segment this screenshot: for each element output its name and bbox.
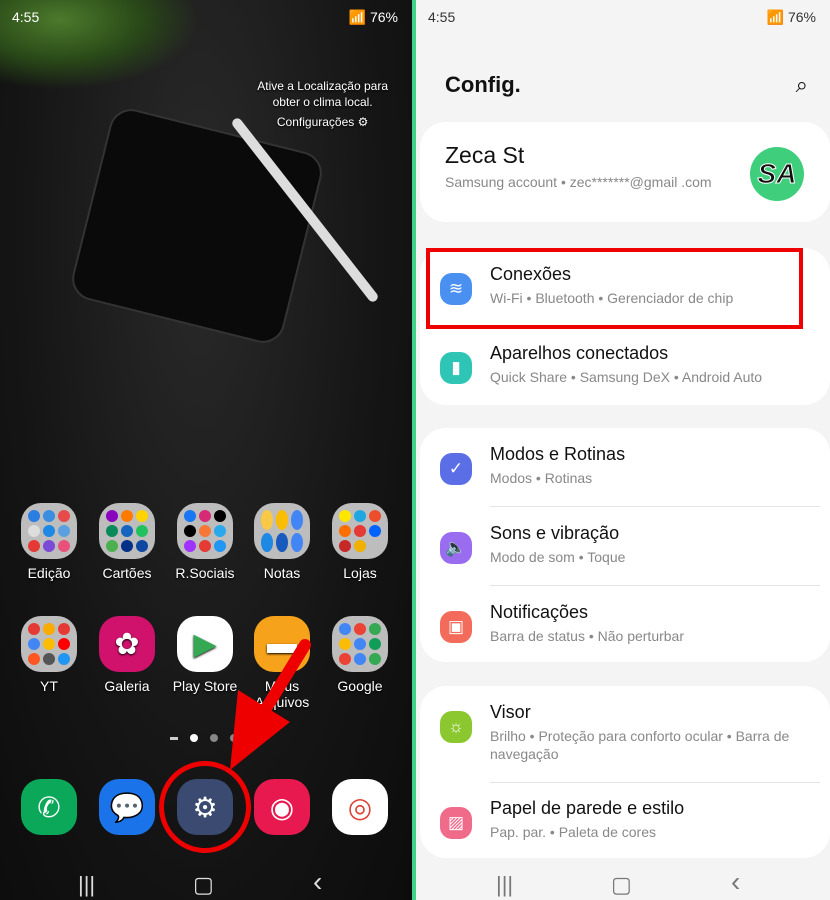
- item-title: Aparelhos conectados: [490, 343, 669, 363]
- home-button[interactable]: ▢: [611, 872, 632, 898]
- recents-button[interactable]: |||: [496, 872, 513, 898]
- item-title: Sons e vibração: [490, 523, 620, 543]
- item-title: Papel de parede e estilo: [490, 798, 685, 818]
- item-title: Modos e Rotinas: [490, 444, 626, 464]
- arrow-shaft: [256, 639, 311, 721]
- status-icons: 📶 76%: [766, 9, 816, 25]
- back-button[interactable]: ‹: [313, 866, 322, 898]
- status-time: 4:55: [428, 9, 456, 25]
- home-button[interactable]: ▢: [193, 872, 214, 898]
- arrow-head: [230, 690, 290, 770]
- display-icon: ☼: [440, 711, 472, 743]
- battery-level: 76%: [787, 9, 816, 25]
- modes-icon: ✓: [440, 453, 472, 485]
- divider: [490, 585, 820, 586]
- home-screen: 4:55 📶 76% Ative a Localização para obte…: [0, 0, 412, 900]
- item-subtitle: Modo de som • Toque: [490, 549, 626, 565]
- settings-item-visor[interactable]: ☼ Visor Brilho • Proteção para conforto oc…: [420, 694, 830, 774]
- item-title: Visor: [490, 702, 531, 722]
- item-subtitle: Pap. par. • Paleta de cores: [490, 824, 657, 840]
- account-subtitle: Samsung account • zec*******@gmail .com: [445, 174, 712, 190]
- sound-icon: 🔈: [440, 532, 472, 564]
- settings-item-notificacoes[interactable]: ▣ Notificações Barra de status • Não pertu…: [420, 594, 830, 660]
- settings-item-sons[interactable]: 🔈 Sons e vibração Modo de som • Toque: [420, 515, 830, 581]
- avatar: SA: [750, 147, 804, 201]
- arrow-annotation: [230, 639, 311, 770]
- search-icon[interactable]: ⌕: [796, 72, 808, 98]
- settings-item-modos[interactable]: ✓ Modos e Rotinas Modos • Rotinas: [420, 436, 830, 502]
- notifications-icon: ▣: [440, 611, 472, 643]
- settings-group: ☼ Visor Brilho • Proteção para conforto oc…: [420, 686, 830, 858]
- account-card[interactable]: Zeca St Samsung account • zec*******@gma…: [420, 122, 830, 222]
- devices-icon: ▮: [440, 352, 472, 384]
- highlight-rectangle: [426, 248, 803, 329]
- wallpaper-icon: ▨: [440, 807, 472, 839]
- item-subtitle: Barra de status • Não perturbar: [490, 628, 684, 644]
- settings-screen: 4:55 📶 76% Config. ⌕ Zeca St Samsung acc…: [416, 0, 830, 900]
- item-subtitle: Quick Share • Samsung DeX • Android Auto: [490, 369, 763, 385]
- recents-button[interactable]: |||: [78, 872, 95, 898]
- divider: [490, 506, 820, 507]
- settings-item-aparelhos[interactable]: ▮ Aparelhos conectados Quick Share • Samsu…: [420, 335, 830, 401]
- item-subtitle: Modos • Rotinas: [490, 470, 593, 486]
- settings-item-papel-de-parede[interactable]: ▨ Papel de parede e estilo Pap. par. • Pal…: [420, 790, 830, 856]
- item-title: Notificações: [490, 602, 589, 622]
- item-subtitle: Brilho • Proteção para conforto ocular •…: [490, 728, 790, 762]
- divider: [490, 782, 820, 783]
- page-title: Config.: [445, 72, 521, 97]
- settings-group: ✓ Modos e Rotinas Modos • Rotinas 🔈 Sons e …: [420, 428, 830, 662]
- back-button[interactable]: ‹: [731, 866, 740, 898]
- account-name: Zeca St: [445, 142, 525, 168]
